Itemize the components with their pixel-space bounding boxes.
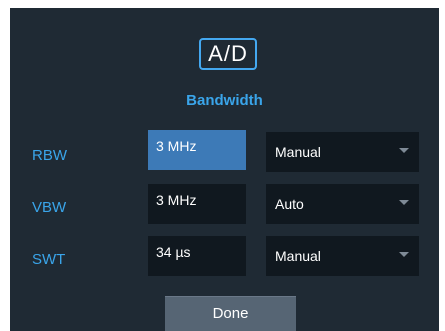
rbw-label: RBW [32, 147, 67, 164]
vbw-value-field[interactable]: 3 MHz [148, 184, 246, 224]
swt-value-field[interactable]: 34 µs [148, 236, 246, 276]
rbw-value-field[interactable]: 3 MHz [148, 130, 246, 170]
bandwidth-dialog: A/D Bandwidth RBW 3 MHz Manual VBW 3 MHz… [10, 8, 439, 331]
swt-label: SWT [32, 251, 66, 268]
rbw-mode-value: Manual [275, 144, 321, 160]
dialog-title: Bandwidth [186, 92, 263, 109]
vbw-mode-select[interactable]: Auto [266, 184, 419, 224]
rbw-value: 3 MHz [156, 138, 197, 154]
chevron-down-icon [399, 200, 409, 205]
rbw-mode-select[interactable]: Manual [266, 132, 419, 172]
chevron-down-icon [399, 252, 409, 257]
chevron-down-icon [399, 148, 409, 153]
ad-icon-label: A/D [208, 41, 248, 66]
swt-mode-value: Manual [275, 248, 321, 264]
swt-mode-select[interactable]: Manual [266, 236, 419, 276]
done-button[interactable]: Done [165, 296, 296, 331]
vbw-label: VBW [32, 199, 67, 216]
swt-value: 34 µs [156, 244, 191, 260]
ad-converter-icon: A/D [199, 38, 257, 70]
vbw-mode-value: Auto [275, 196, 304, 212]
vbw-value: 3 MHz [156, 192, 197, 208]
